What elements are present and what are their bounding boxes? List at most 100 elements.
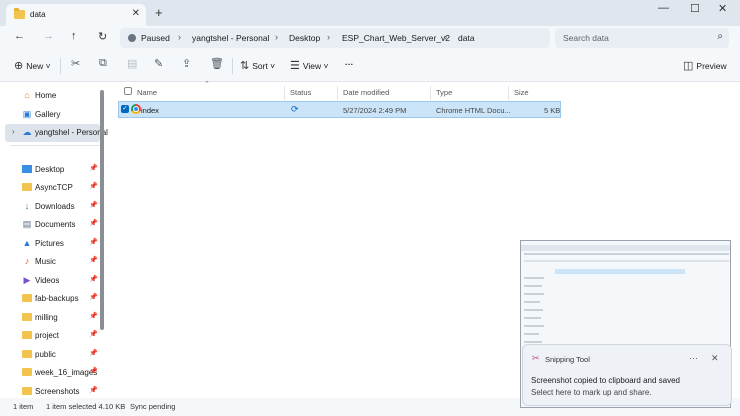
sidebar-item-label: Music [35, 257, 56, 266]
desktop-icon [22, 165, 32, 173]
selection-info: 1 item selected 4.10 KB [46, 402, 126, 411]
command-bar: ⊕ New ˅ ✂ ⧉ ▤ ✎ ⇪ 🗑 ⇅ Sort ˅ ☰ View ˅ ··· ◫… [0, 50, 740, 82]
refresh-button[interactable]: ↻ [98, 30, 107, 43]
pin-icon: 📌 [89, 387, 98, 394]
pin-icon: 📌 [89, 350, 98, 357]
thumb-line [524, 341, 542, 343]
column-header-date-modified[interactable]: Date modified [343, 88, 389, 97]
sidebar-item-desktop[interactable]: Desktop 📌 [0, 161, 100, 179]
sidebar-item-label: Screenshots [35, 387, 80, 396]
pictures-icon: ▲ [22, 238, 32, 248]
documents-icon: ▤ [22, 219, 32, 229]
more-options-button[interactable]: ··· [345, 59, 354, 69]
pin-icon: 📌 [89, 220, 98, 227]
view-button[interactable]: ☰ View ˅ [290, 59, 328, 72]
snipping-tool-notification[interactable]: ✂ Snipping Tool ··· ✕ Screenshot copied … [522, 344, 732, 406]
cut-icon[interactable]: ✂ [71, 57, 80, 70]
sidebar-item-home[interactable]: ⌂ Home [0, 87, 100, 105]
column-header-name[interactable]: Name [137, 88, 157, 97]
close-tab-icon[interactable]: ✕ [132, 8, 140, 19]
file-type: Chrome HTML Docu... [436, 106, 511, 115]
preview-pane-icon: ◫ [683, 60, 694, 72]
sidebar-item-label: project [35, 331, 60, 340]
up-button[interactable]: ↑ [71, 30, 77, 42]
share-icon[interactable]: ⇪ [182, 57, 191, 70]
pin-icon: 📌 [89, 276, 98, 283]
sidebar-item-documents[interactable]: ▤ Documents 📌 [0, 216, 100, 234]
title-bar: data ✕ + — ☐ ✕ [0, 0, 740, 26]
sidebar-item-public[interactable]: public 📌 [0, 346, 100, 364]
sidebar-item-pictures[interactable]: ▲ Pictures 📌 [0, 235, 100, 253]
sort-label: Sort [252, 61, 268, 71]
view-icon: ☰ [290, 60, 300, 72]
videos-icon: ▶ [23, 275, 31, 285]
sidebar-item-videos[interactable]: ▶ Videos 📌 [0, 272, 100, 290]
notification-message: Screenshot copied to clipboard and saved [531, 376, 680, 385]
notification-subtext: Select here to mark up and share. [531, 388, 652, 397]
paused-status-icon [128, 34, 136, 42]
sidebar-item-project[interactable]: project 📌 [0, 327, 100, 345]
sidebar-item-asynctcp[interactable]: AsyncTCP 📌 [0, 179, 100, 197]
row-checkbox[interactable]: ✓ [121, 105, 129, 113]
search-placeholder: Search data [563, 33, 609, 43]
chevron-right-icon: › [444, 32, 447, 42]
sidebar-item-music[interactable]: ♪ Music 📌 [0, 253, 100, 271]
forward-button[interactable]: → [43, 30, 54, 42]
home-icon: ⌂ [24, 90, 30, 100]
sidebar-item-label: Gallery [35, 110, 61, 119]
back-button[interactable]: ← [14, 30, 25, 42]
new-tab-button[interactable]: + [155, 5, 163, 20]
column-header-type[interactable]: Type [436, 88, 452, 97]
thumb-line [524, 333, 539, 335]
thumb-line [524, 317, 541, 319]
search-input[interactable]: Search data ⌕ [555, 28, 729, 48]
copy-icon[interactable]: ⧉ [99, 57, 107, 70]
sidebar-item-label: Desktop [35, 165, 65, 174]
breadcrumb-onedrive[interactable]: yangtshel - Personal [192, 33, 270, 43]
pin-icon: 📌 [89, 331, 98, 338]
sidebar-item-week-16-images[interactable]: week_16_images 📌 [0, 364, 100, 382]
close-window-button[interactable]: ✕ [718, 2, 727, 15]
sidebar-item-downloads[interactable]: ↓ Downloads 📌 [0, 198, 100, 216]
sidebar-item-fab-backups[interactable]: fab-backups 📌 [0, 290, 100, 308]
pin-icon: 📌 [89, 313, 98, 320]
chevron-right-icon: › [327, 32, 330, 42]
breadcrumb-data[interactable]: data [458, 33, 475, 43]
sidebar-scrollbar[interactable] [100, 90, 104, 330]
breadcrumb-project[interactable]: ESP_Chart_Web_Server_v2 [342, 33, 450, 43]
preview-button[interactable]: ◫ Preview [683, 59, 727, 72]
address-bar[interactable]: Paused › yangtshel - Personal › Desktop … [120, 28, 550, 48]
gallery-icon: ▣ [22, 109, 32, 119]
new-button[interactable]: ⊕ New ˅ [14, 59, 51, 72]
sidebar-item-label: Pictures [35, 239, 64, 248]
rename-icon[interactable]: ✎ [154, 57, 163, 70]
divider [60, 58, 61, 74]
thumb-line [524, 293, 544, 295]
select-all-checkbox[interactable] [124, 87, 132, 95]
notification-more-button[interactable]: ··· [689, 353, 698, 363]
sort-icon: ⇅ [240, 60, 250, 72]
minimize-button[interactable]: — [658, 2, 669, 14]
sidebar-item-milling[interactable]: milling 📌 [0, 309, 100, 327]
paste-icon[interactable]: ▤ [127, 57, 137, 70]
sidebar-divider [10, 145, 100, 146]
sidebar-item-screenshots[interactable]: Screenshots 📌 [0, 383, 100, 398]
sidebar-item-onedrive[interactable]: › ☁ yangtshel - Personal [5, 124, 108, 142]
sort-caret-icon: ⌃ [204, 81, 210, 88]
sync-status: Sync pending [130, 402, 176, 411]
chrome-html-file-icon [131, 104, 141, 114]
breadcrumb-desktop[interactable]: Desktop [289, 33, 320, 43]
column-header-status[interactable]: Status [290, 88, 311, 97]
folder-icon [22, 294, 32, 302]
tab-data[interactable]: data ✕ [6, 4, 146, 26]
column-header-size[interactable]: Size [514, 88, 529, 97]
maximize-button[interactable]: ☐ [690, 2, 700, 15]
table-row[interactable]: ✓ index ⟳ 5/27/2024 2:49 PM Chrome HTML … [118, 101, 561, 118]
folder-icon [22, 387, 32, 395]
sort-button[interactable]: ⇅ Sort ˅ [240, 59, 275, 72]
column-divider [508, 86, 509, 100]
sidebar-item-gallery[interactable]: ▣ Gallery [0, 106, 100, 124]
notification-close-button[interactable]: ✕ [711, 353, 719, 364]
plus-circle-icon: ⊕ [14, 60, 24, 72]
delete-icon[interactable]: 🗑 [210, 57, 224, 70]
